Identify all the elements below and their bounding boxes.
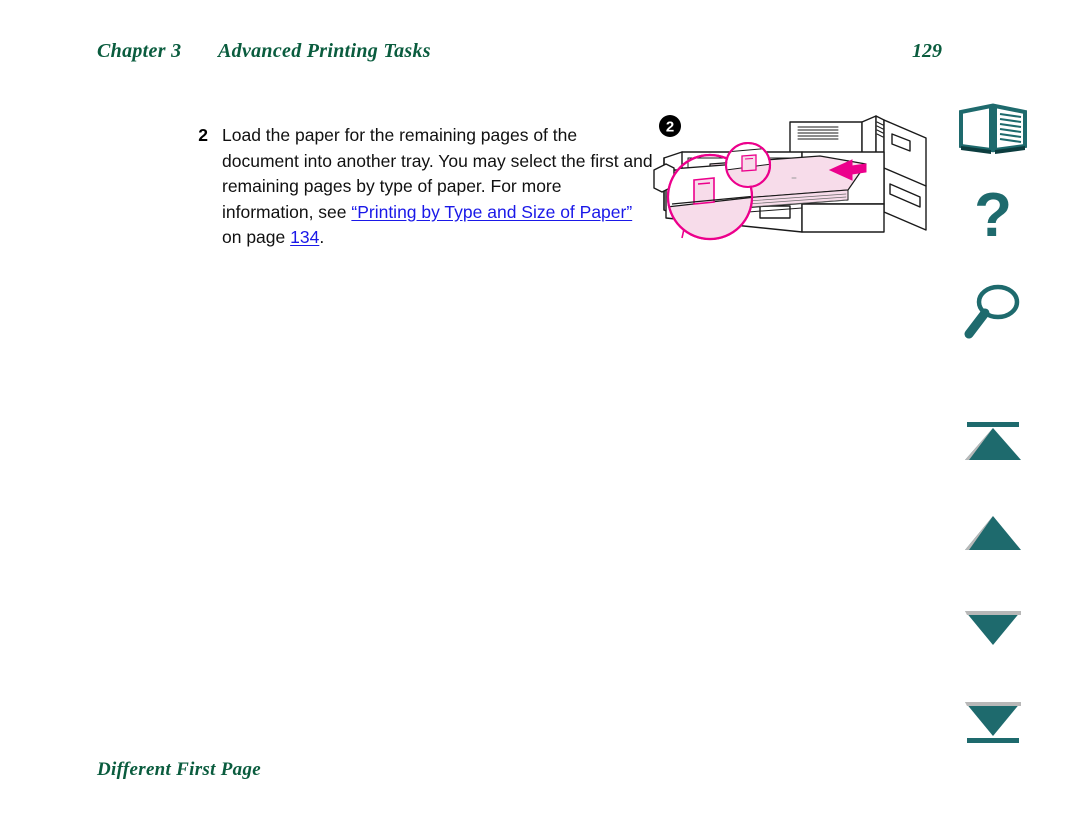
svg-text:?: ? <box>974 188 1012 250</box>
page-header: Chapter 3 Advanced Printing Tasks 129 <box>97 40 987 72</box>
previous-page-icon[interactable] <box>950 512 1036 556</box>
next-page-icon[interactable] <box>950 605 1036 649</box>
link-printing-by-type-and-size-of-paper[interactable]: “Printing by Type and Size of Paper” <box>351 202 632 222</box>
step-text-tail: . <box>319 227 325 247</box>
navigation-icon-rail: ? <box>950 100 1040 760</box>
svg-text:2: 2 <box>666 119 674 136</box>
link-page-134[interactable]: 134 <box>290 227 319 247</box>
magnifier-icon[interactable] <box>950 282 1036 344</box>
chapter-title: Advanced Printing Tasks <box>218 40 431 62</box>
go-to-first-page-icon[interactable] <box>950 418 1036 466</box>
step-text-middle: on page <box>222 227 291 247</box>
step-text: Load the paper for the remaining pages o… <box>222 123 656 251</box>
go-to-last-page-icon[interactable] <box>950 698 1036 748</box>
numbered-step-2: 2 Load the paper for the remaining pages… <box>186 123 656 251</box>
question-mark-icon[interactable]: ? <box>950 188 1036 254</box>
chapter-label: Chapter 3 <box>97 40 182 62</box>
open-book-icon[interactable] <box>950 100 1036 156</box>
page-number: 129 <box>912 40 942 62</box>
step-number: 2 <box>198 125 208 145</box>
section-footer-title: Different First Page <box>97 759 261 780</box>
illustration-step-badge: 2 <box>659 115 681 137</box>
printer-tray-illustration: 2 <box>652 108 934 260</box>
